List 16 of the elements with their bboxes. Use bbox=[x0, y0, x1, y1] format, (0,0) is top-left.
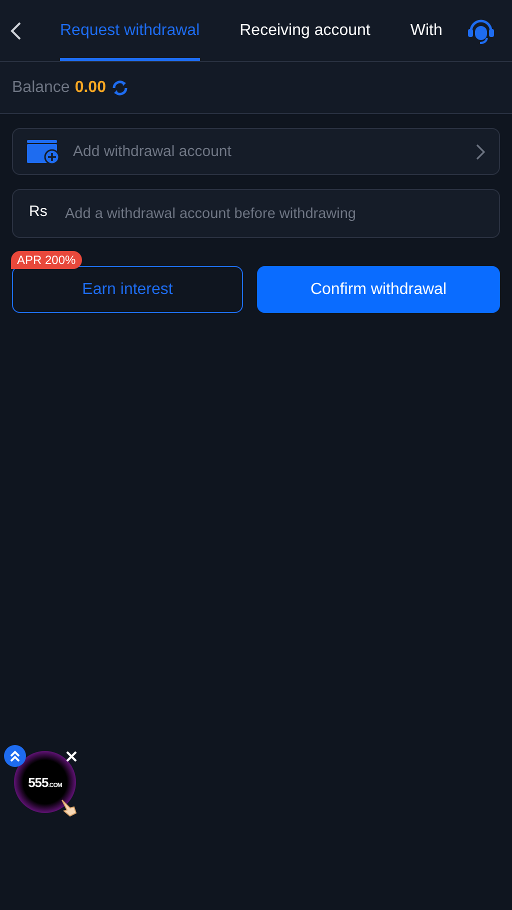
chevron-right-icon bbox=[476, 144, 485, 160]
currency-label: Rs bbox=[29, 203, 48, 220]
back-icon bbox=[10, 20, 22, 40]
expand-button[interactable] bbox=[4, 745, 26, 767]
refresh-icon[interactable] bbox=[110, 78, 129, 96]
double-chevron-up-icon bbox=[9, 750, 21, 762]
tab[interactable]: With bbox=[410, 0, 442, 61]
close-icon bbox=[66, 750, 76, 762]
balance-label: Balance bbox=[12, 78, 70, 96]
confirm-withdrawal-button[interactable]: Confirm withdrawal bbox=[257, 266, 500, 313]
earn-interest-button[interactable]: Earn interest bbox=[12, 266, 243, 313]
tab[interactable]: Receiving account bbox=[240, 0, 370, 61]
add-account-row[interactable]: Add withdrawal account bbox=[12, 128, 500, 175]
apr-badge: APR 200% bbox=[11, 251, 82, 269]
balance-amount: 0.00 bbox=[74, 78, 106, 96]
wallet-add-icon bbox=[27, 140, 61, 164]
